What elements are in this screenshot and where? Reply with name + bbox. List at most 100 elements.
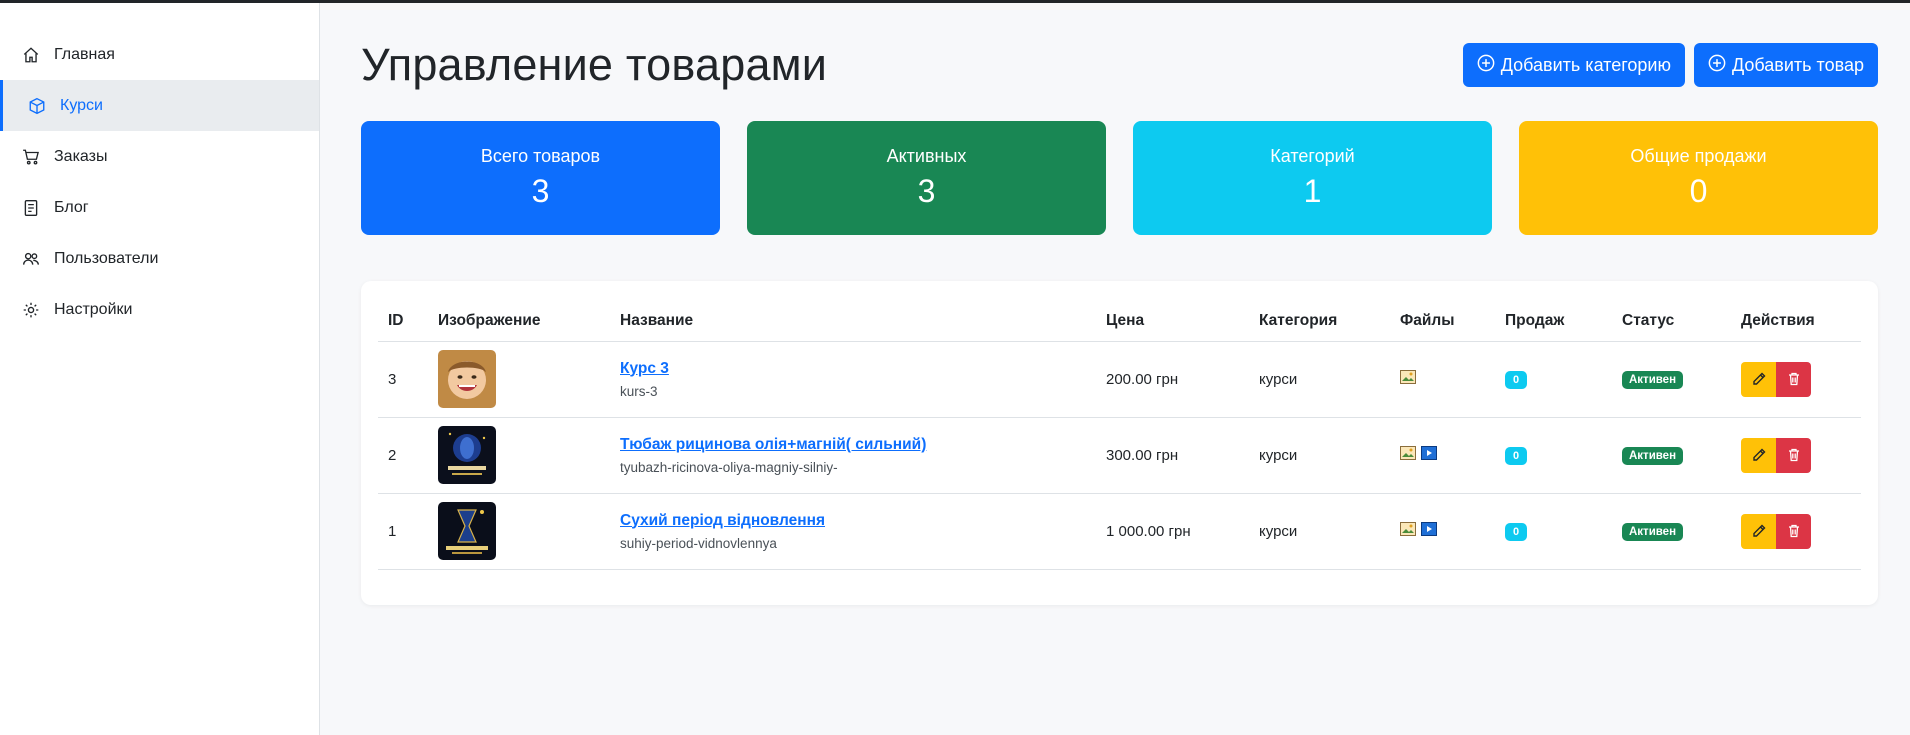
image-file-icon [1400,522,1416,536]
column-header: Изображение [428,301,610,342]
image-file-icon [1400,370,1416,384]
video-file-icon [1421,446,1437,460]
product-thumbnail [438,502,496,560]
product-name-link[interactable]: Сухий період відновлення [620,512,1086,530]
products-table: ID Изображение Название Цена Категория Ф… [378,301,1861,570]
table-header-row: ID Изображение Название Цена Категория Ф… [378,301,1861,342]
page-header: Управление товарами Добавить категорию Д… [361,33,1878,97]
trash-icon [1788,448,1799,462]
users-icon [22,250,40,268]
column-header: Файлы [1390,301,1495,342]
product-slug: tyubazh-ricinova-oliya-magniy-silniy- [620,459,838,475]
file-icons [1400,446,1437,460]
sidebar-item-label: Блог [54,198,89,216]
column-header: Продаж [1495,301,1612,342]
stat-label: Активных [886,146,967,166]
sidebar-item-label: Главная [54,45,115,63]
cell-category: курси [1249,493,1390,570]
add-category-button[interactable]: Добавить категорию [1462,43,1685,87]
product-name-link[interactable]: Курс 3 [620,360,1086,378]
stat-value: 1 [1303,173,1322,209]
trash-icon [1788,524,1799,538]
stat-label: Общие продажи [1630,146,1767,166]
cart-icon [22,148,40,166]
cell-id: 3 [378,341,428,418]
product-thumbnail [438,350,496,408]
cell-price: 1 000.00 грн [1096,493,1249,570]
stat-value: 0 [1689,173,1708,209]
column-header: Действия [1731,301,1861,342]
status-badge: Активен [1622,370,1684,389]
home-icon [22,46,40,64]
row-actions [1741,437,1811,473]
column-header: Категория [1249,301,1390,342]
product-name-link[interactable]: Тюбаж рицинова олія+магній( сильний) [620,436,1086,454]
box-icon [28,97,46,115]
edit-button[interactable] [1741,513,1776,549]
delete-button[interactable] [1776,361,1811,397]
status-badge: Активен [1622,446,1684,465]
delete-button[interactable] [1776,437,1811,473]
sidebar-item-label: Настройки [54,300,133,318]
column-header: Название [610,301,1096,342]
delete-button[interactable] [1776,513,1811,549]
sales-badge: 0 [1505,446,1528,465]
stat-label: Всего товаров [480,146,601,166]
sidebar-item-blog[interactable]: Блог [0,182,319,233]
edit-button[interactable] [1741,437,1776,473]
cell-category: курси [1249,341,1390,418]
sales-badge: 0 [1505,522,1528,541]
sales-badge: 0 [1505,370,1528,389]
stat-value: 3 [917,173,936,209]
table-row: 1 Сухий період відновлення suhiy-period-… [378,493,1861,570]
stats-row: Всего товаров 3 Активных 3 Категорий 1 О… [361,121,1878,235]
sidebar-item-label: Пользователи [54,249,159,267]
row-actions [1741,361,1811,397]
column-header: Цена [1096,301,1249,342]
row-actions [1741,513,1811,549]
plus-circle-icon [1708,54,1726,77]
add-product-button[interactable]: Добавить товар [1694,43,1878,87]
stat-label: Категорий [1270,146,1355,166]
status-badge: Активен [1622,522,1684,541]
image-file-icon [1400,446,1416,460]
document-icon [22,199,40,217]
sidebar-item-label: Заказы [54,147,108,165]
table-row: 2 Тюбаж рицинова олія+магній(сильний) t… [378,417,1861,494]
stat-card-categories: Категорий 1 [1133,121,1492,235]
page-title: Управление товарами [361,39,828,90]
plus-circle-icon [1477,54,1495,77]
stat-card-active: Активных 3 [747,121,1106,235]
column-header: ID [378,301,428,342]
products-table-card: ID Изображение Название Цена Категория Ф… [361,281,1878,605]
pencil-icon [1752,448,1765,461]
sidebar-item-home[interactable]: Главная [0,29,319,80]
file-icons [1400,370,1416,384]
stat-card-total: Всего товаров 3 [361,121,720,235]
add-product-label: Добавить товар [1732,54,1864,75]
sidebar: Главная Курси Заказы Блог Пользователи Н… [0,3,320,735]
file-icons [1400,522,1437,536]
product-slug: kurs-3 [620,383,658,399]
add-category-label: Добавить категорию [1500,54,1671,75]
column-header: Статус [1612,301,1731,342]
stat-card-sales: Общие продажи 0 [1519,121,1878,235]
edit-button[interactable] [1741,361,1776,397]
cell-category: курси [1249,417,1390,494]
pencil-icon [1752,372,1765,385]
pencil-icon [1752,524,1765,537]
gear-icon [22,301,40,319]
cell-price: 200.00 грн [1096,341,1249,418]
sidebar-item-settings[interactable]: Настройки [0,284,319,335]
cell-id: 2 [378,417,428,494]
video-file-icon [1421,522,1437,536]
sidebar-item-users[interactable]: Пользователи [0,233,319,284]
sidebar-item-label: Курси [60,96,103,114]
stat-value: 3 [531,173,550,209]
cell-price: 300.00 грн [1096,417,1249,494]
sidebar-item-courses[interactable]: Курси [0,80,319,131]
sidebar-item-orders[interactable]: Заказы [0,131,319,182]
table-row: 3 Курс 3 kurs-3 200.00 грн курси 0 Актив… [378,341,1861,418]
main-content: Управление товарами Добавить категорию Д… [320,3,1910,735]
trash-icon [1788,372,1799,386]
